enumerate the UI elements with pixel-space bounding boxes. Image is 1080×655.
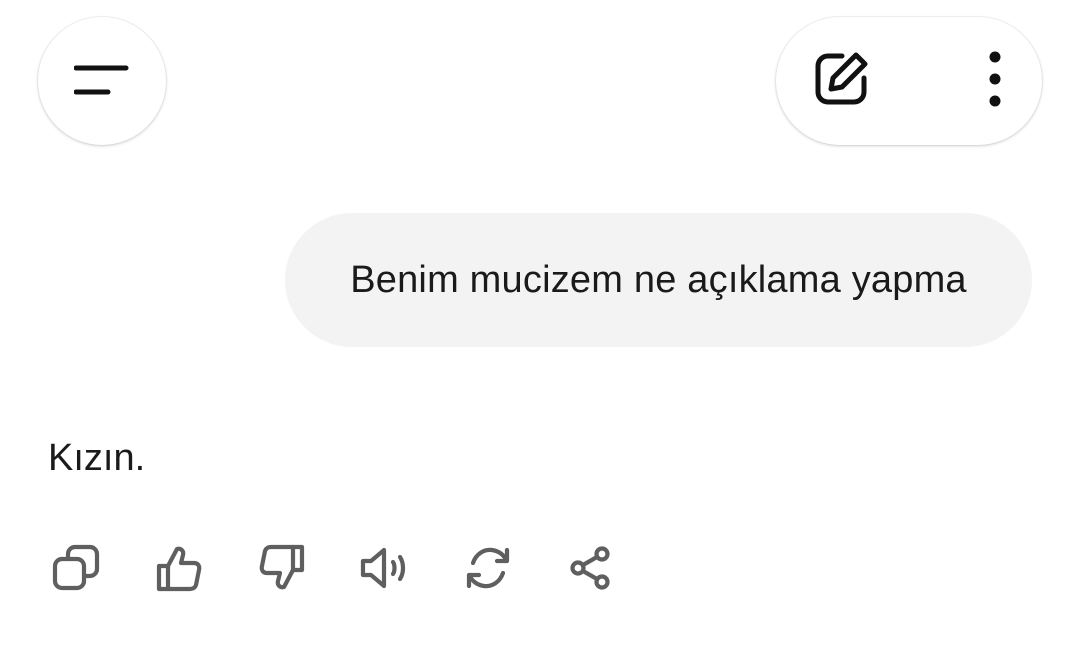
menu-button[interactable] [38, 17, 166, 145]
read-aloud-icon[interactable] [357, 540, 413, 596]
copy-icon[interactable] [48, 540, 104, 596]
new-chat-button[interactable] [812, 50, 870, 113]
user-message-bubble: Benim mucizem ne açıklama yapma [285, 213, 1032, 347]
regenerate-icon[interactable] [460, 540, 516, 596]
thumbs-up-icon[interactable] [151, 540, 207, 596]
user-message-text: Benim mucizem ne açıklama yapma [350, 258, 967, 301]
share-icon[interactable] [563, 540, 619, 596]
assistant-message-text: Kızın. [48, 437, 146, 479]
more-vert-icon [988, 51, 1002, 112]
response-actions-bar [48, 540, 666, 596]
top-actions-group [776, 17, 1042, 145]
menu-icon [74, 64, 130, 98]
more-options-button[interactable] [988, 51, 1002, 112]
edit-icon [812, 50, 870, 113]
thumbs-down-icon[interactable] [254, 540, 310, 596]
